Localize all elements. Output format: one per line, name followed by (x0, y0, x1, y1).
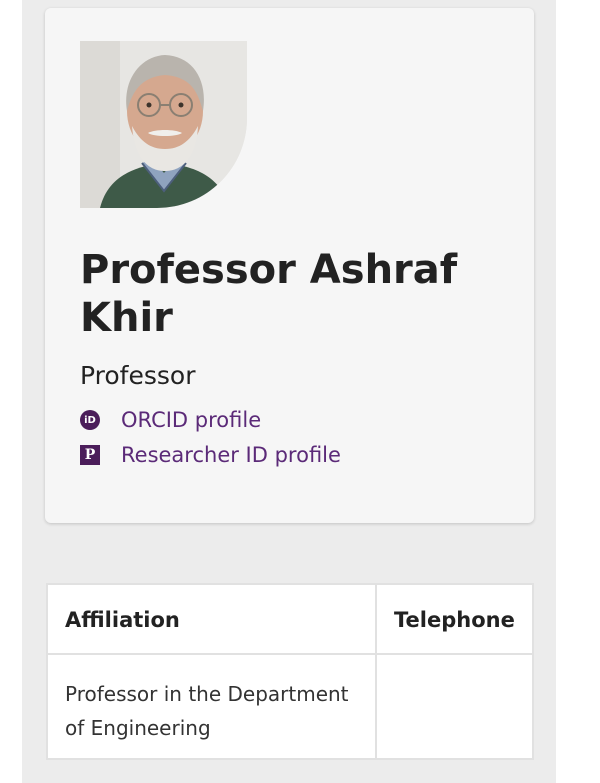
header-affiliation: Affiliation (46, 583, 377, 655)
profile-name: Professor Ashraf Khir (80, 247, 458, 341)
profile-card: Professor Ashraf Khir Professor iD ORCID… (45, 8, 534, 523)
profile-role: Professor (80, 361, 196, 390)
table-row: Professor in the Department of Engineeri… (46, 653, 534, 760)
researcher-id-icon: P (80, 445, 100, 465)
page-container: Professor Ashraf Khir Professor iD ORCID… (22, 0, 556, 783)
researcher-id-profile-link[interactable]: P Researcher ID profile (80, 442, 341, 468)
orcid-profile-label: ORCID profile (121, 408, 262, 432)
orcid-icon: iD (80, 410, 100, 430)
affiliation-cell: Professor in the Department of Engineeri… (46, 653, 377, 760)
contact-info-table: Affiliation Telephone Professor in the D… (46, 583, 534, 760)
table-header-row: Affiliation Telephone (46, 583, 534, 655)
telephone-cell (375, 653, 534, 760)
researcher-id-profile-label: Researcher ID profile (121, 443, 341, 467)
header-telephone: Telephone (375, 583, 534, 655)
orcid-profile-link[interactable]: iD ORCID profile (80, 407, 261, 433)
profile-photo (80, 41, 247, 208)
portrait-photo-icon (80, 41, 247, 208)
